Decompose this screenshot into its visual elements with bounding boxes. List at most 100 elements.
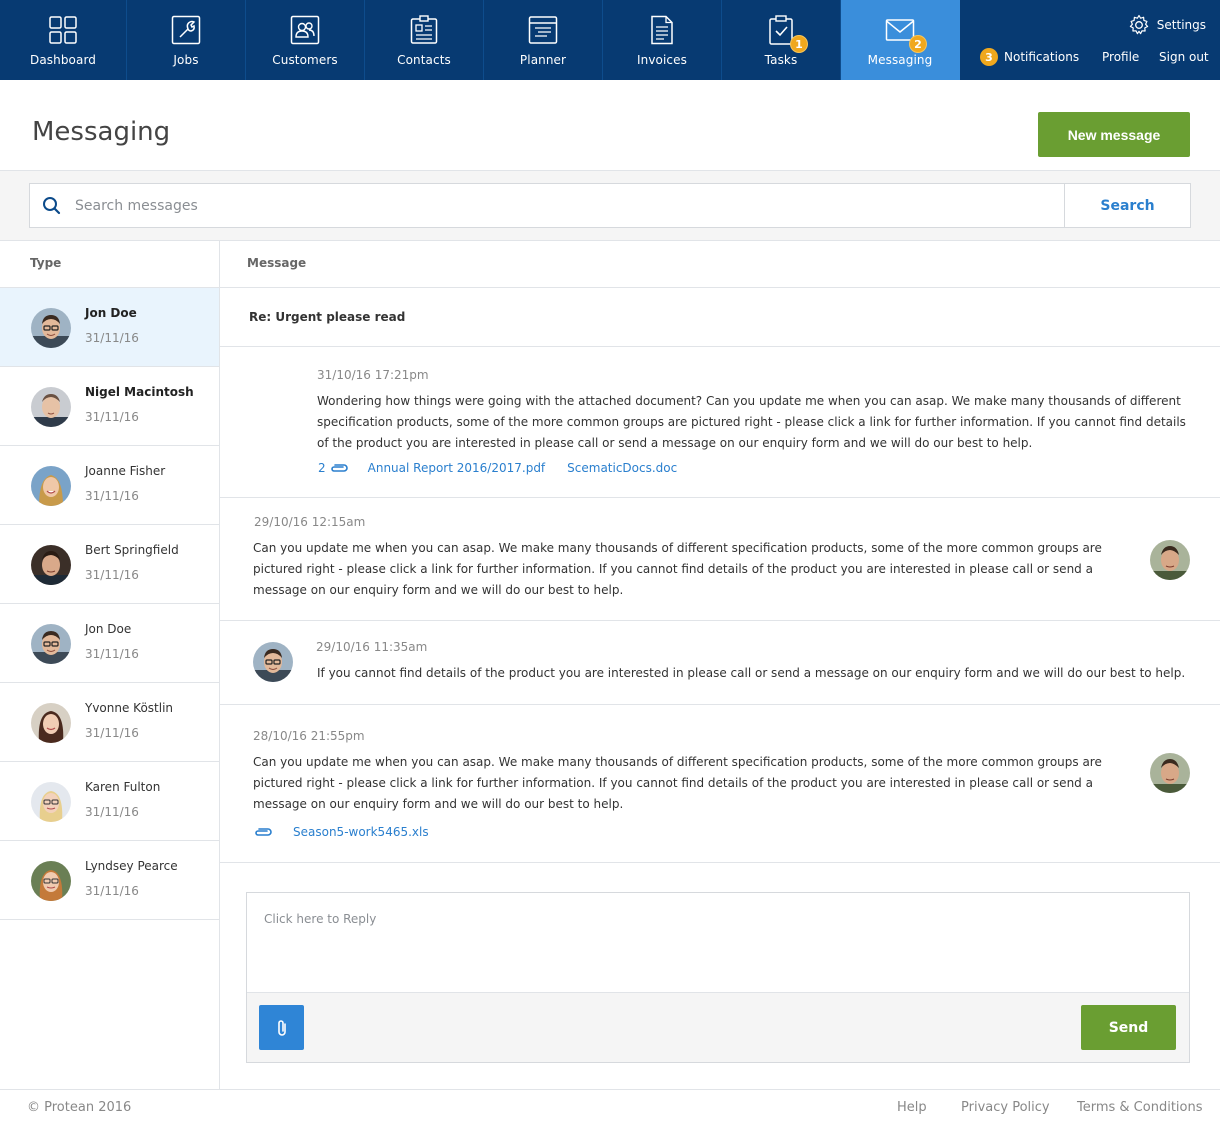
settings-link[interactable]: Settings (1128, 14, 1206, 36)
contact-date: 31/11/16 (85, 805, 139, 819)
message-item: 29/10/16 12:15am Can you update me when … (220, 498, 1220, 621)
search-button[interactable]: Search (1064, 183, 1191, 228)
contacts-card-icon (409, 15, 439, 45)
contact-name: Nigel Macintosh (85, 385, 194, 399)
nav-label: Dashboard (29, 53, 96, 67)
nav-label: Messaging (867, 53, 933, 67)
conversation-list: Type Jon Doe 31/11/16 Nigel Macintosh 31… (0, 241, 220, 1090)
list-item[interactable]: Bert Springfield 31/11/16 (0, 525, 219, 604)
nav-label: Planner (519, 53, 567, 67)
search-input[interactable] (75, 197, 975, 214)
contact-date: 31/11/16 (85, 568, 139, 582)
search-icon (43, 197, 61, 215)
contact-name: Karen Fulton (85, 780, 161, 794)
notifications-badge: 3 (980, 48, 998, 66)
contact-name: Bert Springfield (85, 543, 179, 557)
avatar (253, 642, 293, 682)
list-column-header: Type (0, 241, 219, 288)
nav-label: Invoices (637, 53, 687, 67)
paperclip-icon (329, 462, 349, 474)
privacy-policy-link[interactable]: Privacy Policy (961, 1100, 1050, 1115)
list-item[interactable]: Karen Fulton 31/11/16 (0, 762, 219, 841)
attachment-link[interactable]: ScematicDocs.doc (567, 461, 677, 475)
list-item[interactable]: Nigel Macintosh 31/11/16 (0, 367, 219, 446)
avatar (31, 624, 71, 664)
send-button[interactable]: Send (1081, 1005, 1176, 1050)
avatar (31, 782, 71, 822)
dashboard-grid-icon (48, 15, 78, 45)
footer: © Protean 2016 Help Privacy Policy Terms… (0, 1089, 1220, 1127)
notifications-label: Notifications (1004, 50, 1080, 64)
tasks-badge: 1 (790, 35, 808, 53)
contact-name: Joanne Fisher (85, 464, 166, 478)
list-item[interactable]: Jon Doe 31/11/16 (0, 288, 219, 367)
list-item[interactable]: Lyndsey Pearce 31/11/16 (0, 841, 219, 920)
nav-messaging[interactable]: 2 Messaging (841, 0, 960, 80)
avatar (31, 466, 71, 506)
thread-subject: Re: Urgent please read (220, 288, 1220, 347)
messaging-badge: 2 (909, 35, 927, 53)
reply-input[interactable] (247, 893, 1189, 992)
nav-label: Jobs (173, 53, 199, 67)
contact-date: 31/11/16 (85, 331, 139, 345)
list-item[interactable]: Joanne Fisher 31/11/16 (0, 446, 219, 525)
nav-customers[interactable]: Customers (246, 0, 365, 80)
contact-date: 31/11/16 (85, 410, 139, 424)
message-text: Can you update me when you can asap. We … (253, 755, 1102, 811)
page-title: Messaging (32, 117, 171, 147)
profile-link[interactable]: Profile (1102, 50, 1139, 64)
message-item: 28/10/16 21:55pm Can you update me when … (220, 705, 1220, 863)
message-date: 29/10/16 11:35am (316, 640, 428, 654)
contact-name: Lyndsey Pearce (85, 859, 178, 873)
contact-date: 31/11/16 (85, 489, 139, 503)
search-box (29, 183, 1065, 228)
contact-name: Jon Doe (85, 622, 132, 636)
terms-link[interactable]: Terms & Conditions (1077, 1100, 1203, 1115)
message-date: 31/10/16 17:21pm (317, 368, 429, 382)
notifications-link[interactable]: 3 Notifications (980, 48, 1079, 66)
search-bar: Search (0, 171, 1220, 241)
top-navigation: Dashboard Jobs Customers Contacts Planne… (0, 0, 1220, 80)
customers-icon (290, 15, 320, 45)
thread-column-header: Message (220, 241, 1220, 288)
page-header: Messaging New message (0, 80, 1220, 171)
attachment-group: Season5-work5465.xls (253, 825, 429, 839)
attachment-link[interactable]: Season5-work5465.xls (293, 825, 429, 839)
nav-jobs[interactable]: Jobs (127, 0, 246, 80)
message-text: Can you update me when you can asap. We … (253, 541, 1102, 597)
sign-out-link[interactable]: Sign out (1159, 50, 1209, 64)
nav-dashboard[interactable]: Dashboard (0, 0, 127, 80)
attachment-group: 2 Annual Report 2016/2017.pdf ScematicDo… (318, 461, 677, 475)
avatar (1150, 753, 1190, 793)
settings-label: Settings (1156, 18, 1206, 32)
contact-date: 31/11/16 (85, 884, 139, 898)
message-date: 29/10/16 12:15am (254, 515, 366, 529)
nav-planner[interactable]: Planner (484, 0, 603, 80)
nav-label: Tasks (764, 53, 798, 67)
message-date: 28/10/16 21:55pm (253, 729, 365, 743)
nav-invoices[interactable]: Invoices (603, 0, 722, 80)
avatar (31, 703, 71, 743)
wrench-icon (171, 15, 201, 45)
paperclip-icon (277, 1019, 286, 1036)
help-link[interactable]: Help (897, 1100, 927, 1115)
user-menu: Settings 3 Notifications Profile Sign ou… (960, 0, 1220, 80)
message-text: Wondering how things were going with the… (317, 394, 1186, 450)
nav-label: Customers (272, 53, 338, 67)
contact-name: Yvonne Köstlin (85, 701, 174, 715)
list-item[interactable]: Yvonne Köstlin 31/11/16 (0, 683, 219, 762)
clipboard-check-icon: 1 (766, 15, 808, 53)
attach-file-button[interactable] (259, 1005, 304, 1050)
attachment-link[interactable]: Annual Report 2016/2017.pdf (368, 461, 546, 475)
planner-icon (528, 15, 558, 45)
reply-toolbar: Send (247, 992, 1189, 1062)
message-item: 29/10/16 11:35am If you cannot find deta… (220, 621, 1220, 705)
avatar (31, 545, 71, 585)
nav-tasks[interactable]: 1 Tasks (722, 0, 841, 80)
paperclip-icon (253, 826, 273, 838)
message-text: If you cannot find details of the produc… (317, 666, 1186, 680)
new-message-button[interactable]: New message (1038, 112, 1190, 157)
attachment-count: 2 (318, 461, 326, 475)
list-item[interactable]: Jon Doe 31/11/16 (0, 604, 219, 683)
nav-contacts[interactable]: Contacts (365, 0, 484, 80)
